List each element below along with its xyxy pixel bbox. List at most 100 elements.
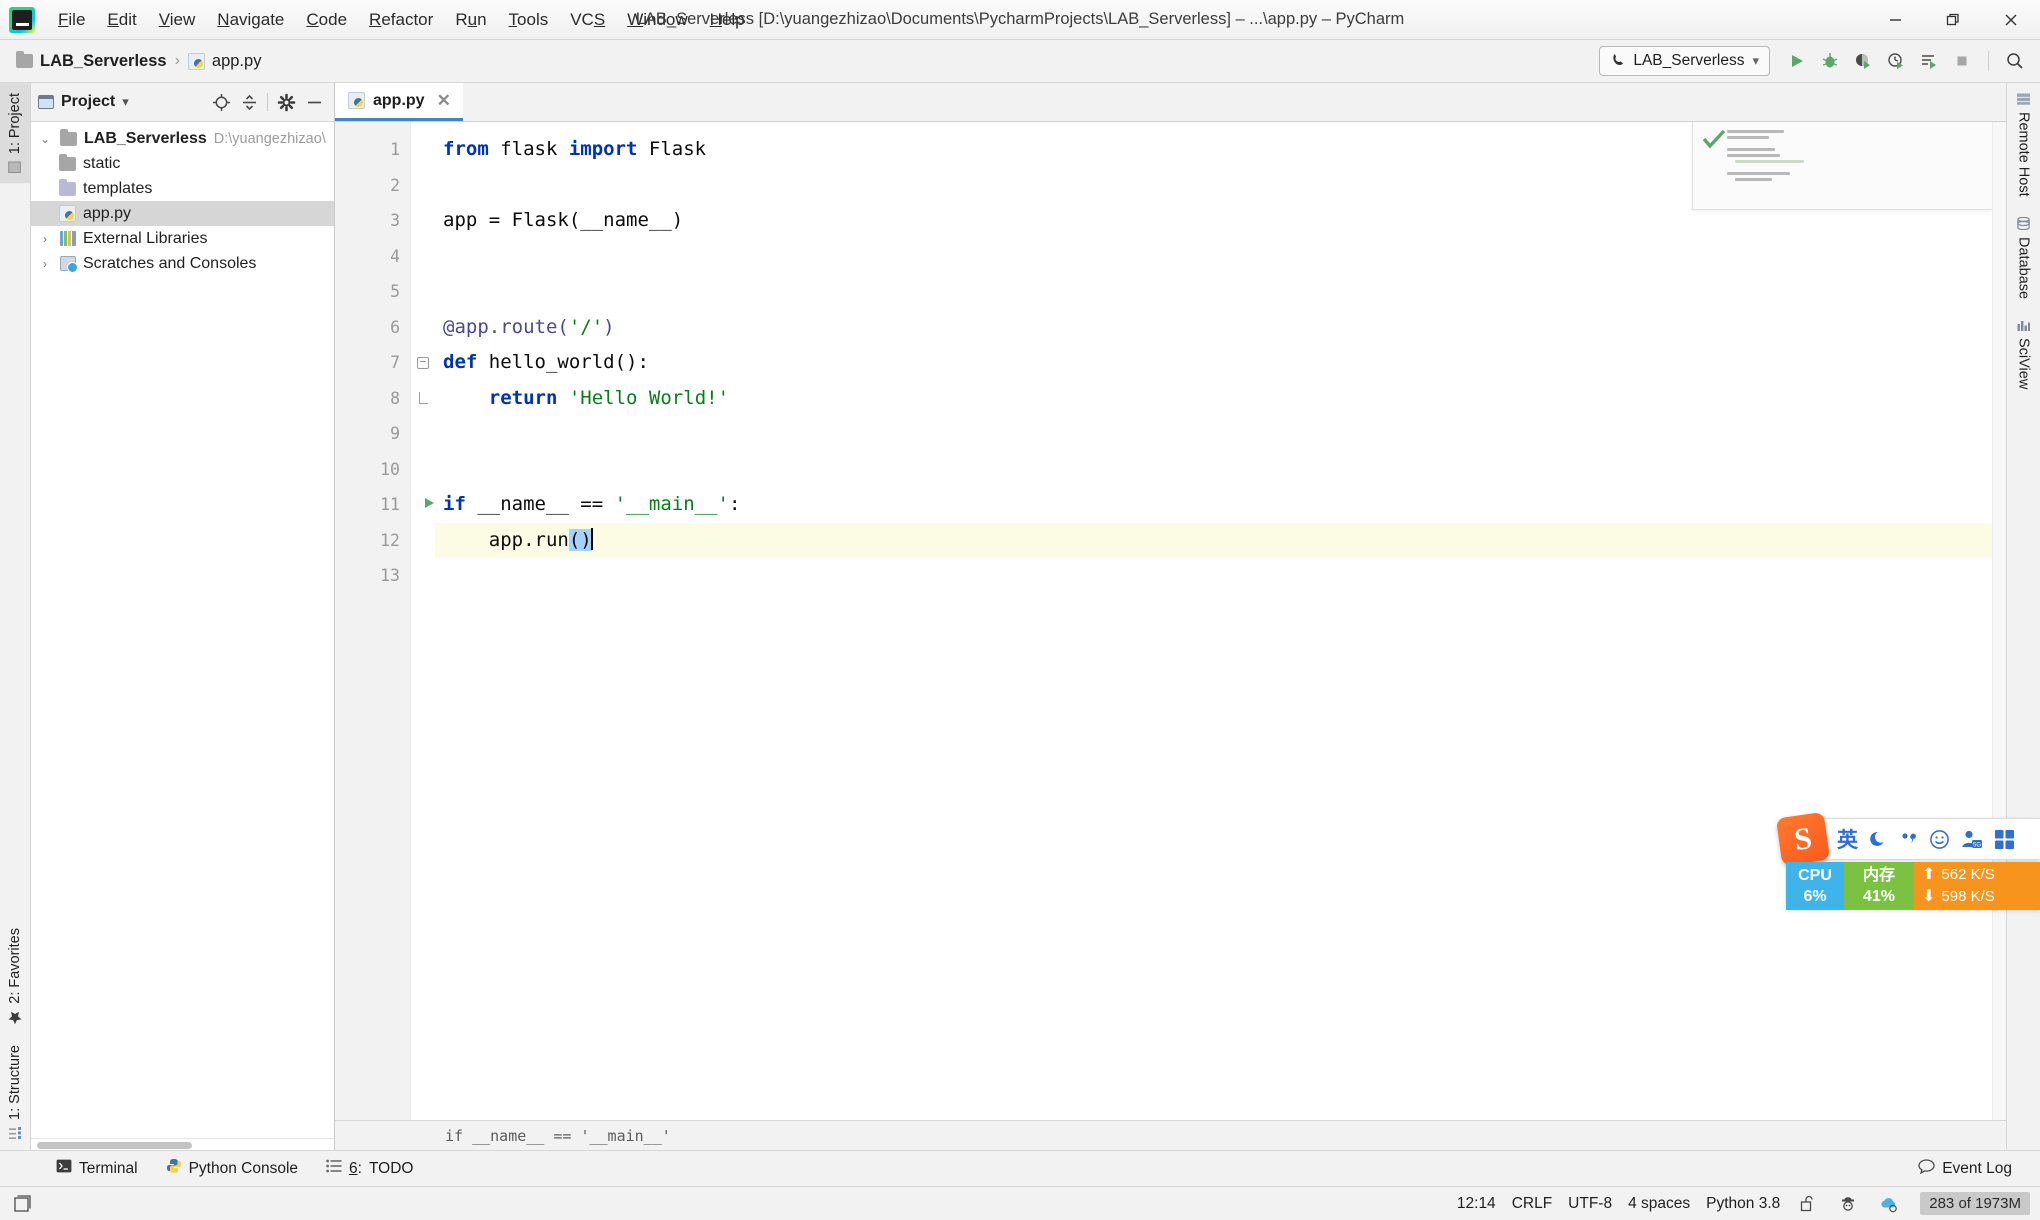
fold-collapse-icon[interactable]: − (411, 345, 435, 381)
fold-region-end-icon[interactable] (411, 381, 435, 417)
maximize-restore-button[interactable] (1924, 0, 1982, 40)
editor-tab-bar: app.py ✕ (335, 83, 2006, 122)
tree-item-external-libraries[interactable]: › External Libraries (31, 226, 334, 251)
search-everywhere-icon[interactable] (2000, 46, 2030, 76)
sciview-chart-icon (2016, 319, 2032, 331)
folder-icon (59, 153, 76, 171)
locate-icon[interactable] (208, 89, 234, 115)
sidebar-item-project[interactable]: 1: Project (0, 83, 30, 184)
collapse-all-icon[interactable] (236, 89, 262, 115)
status-bar-right: 12:14 CRLF UTF-8 4 spaces Python 3.8 283… (1457, 1192, 2030, 1216)
no-errors-check-icon[interactable] (1701, 128, 1727, 155)
cpu-usage[interactable]: CPU 6% (1786, 862, 1844, 910)
run-icon[interactable] (1782, 46, 1812, 76)
line-number: 8 (390, 388, 400, 408)
editor-area: app.py ✕ 1 2 3 4 5 6 7 8 9 10 11 12 13 −… (335, 83, 2006, 1150)
fold-slot (411, 239, 435, 275)
chevron-down-icon[interactable]: ▾ (122, 94, 129, 110)
chevron-down-icon[interactable]: ⌄ (37, 132, 53, 146)
smiley-icon[interactable] (1929, 829, 1950, 850)
bottom-item-terminal[interactable]: Terminal (42, 1155, 152, 1182)
gutter-run-icon[interactable] (422, 496, 436, 514)
scratches-icon (60, 256, 78, 273)
python-interpreter[interactable]: Python 3.8 (1706, 1195, 1780, 1213)
todo-list-icon (326, 1159, 342, 1178)
tree-item-templates[interactable]: templates (31, 176, 334, 201)
tab-app-py[interactable]: app.py ✕ (335, 83, 463, 121)
file-encoding[interactable]: UTF-8 (1568, 1195, 1612, 1213)
line-separator[interactable]: CRLF (1512, 1195, 1552, 1213)
sidebar-item-remote-host[interactable]: Remote Host (2007, 83, 2040, 207)
menu-file[interactable]: File (47, 6, 96, 34)
debug-icon[interactable] (1815, 46, 1845, 76)
tree-item-scratches-and-consoles[interactable]: › Scratches and Consoles (31, 251, 334, 276)
ime-mode-label[interactable]: 英 (1837, 824, 1858, 854)
menu-navigate[interactable]: Navigate (206, 6, 295, 34)
menu-tools[interactable]: Tools (498, 6, 560, 34)
scrollbar-thumb[interactable] (37, 1142, 192, 1149)
menu-code[interactable]: Code (295, 6, 358, 34)
user-5g-icon[interactable]: 5G (1961, 829, 1983, 849)
tree-item-app-py[interactable]: app.py (31, 201, 334, 226)
lock-open-icon[interactable] (1796, 1192, 1820, 1216)
tree-item-static[interactable]: static (31, 151, 334, 176)
menu-refactor[interactable]: Refactor (358, 6, 444, 34)
code-editor[interactable]: 1 2 3 4 5 6 7 8 9 10 11 12 13 − from fla… (335, 122, 2006, 1120)
sidebar-item-database[interactable]: Database (2007, 207, 2040, 309)
python-file-icon (59, 205, 76, 222)
fold-slot (411, 416, 435, 452)
sidebar-item-sciview[interactable]: SciView (2007, 309, 2040, 399)
folder-icon (60, 128, 77, 146)
menu-run[interactable]: Run (444, 6, 497, 34)
menu-view[interactable]: View (148, 6, 207, 34)
run-configuration-selector[interactable]: LAB_Serverless ▾ (1599, 46, 1770, 76)
pycharm-logo-icon (9, 6, 35, 33)
sogou-ime-toolbar[interactable]: S 英 5G (1775, 811, 2040, 867)
editor-breadcrumb[interactable]: if __name__ == '__main__' (335, 1120, 2006, 1150)
minimize-button[interactable] (1866, 0, 1924, 40)
error-stripe-scrollbar[interactable] (1992, 122, 2006, 1120)
sogou-logo-icon[interactable]: S (1775, 811, 1831, 867)
indent-setting[interactable]: 4 spaces (1628, 1195, 1690, 1213)
menu-vcs[interactable]: VCS (559, 6, 616, 34)
hide-panel-icon[interactable] (301, 89, 327, 115)
close-tab-icon[interactable]: ✕ (437, 91, 451, 111)
moon-icon[interactable] (1869, 829, 1889, 849)
menu-edit[interactable]: Edit (96, 6, 147, 34)
run-configuration-label: LAB_Serverless (1633, 52, 1745, 69)
run-with-console-icon[interactable] (1914, 46, 1944, 76)
sync-cloud-icon[interactable] (1876, 1192, 1900, 1216)
breadcrumb-item-file[interactable]: app.py (187, 52, 261, 71)
line-number: 11 (380, 495, 400, 515)
menu-window[interactable]: Window (616, 6, 698, 34)
breadcrumb-item-project[interactable]: LAB_Serverless (16, 51, 167, 71)
status-bar: 12:14 CRLF UTF-8 4 spaces Python 3.8 283… (0, 1186, 2040, 1220)
bottom-item-python-console[interactable]: Python Console (152, 1154, 312, 1183)
apps-grid-icon[interactable] (1994, 829, 2015, 850)
bottom-item-todo[interactable]: 6: TODO (312, 1155, 427, 1182)
project-horizontal-scrollbar[interactable] (31, 1138, 334, 1150)
network-speed[interactable]: ⬆ ⬇ 562 K/S 598 K/S (1914, 862, 2040, 910)
close-button[interactable] (1982, 0, 2040, 40)
memory-usage[interactable]: 内存 41% (1844, 862, 1914, 910)
code-text[interactable]: from flask import Flask app = Flask(__na… (435, 122, 1992, 1120)
stop-icon[interactable] (1947, 46, 1977, 76)
sidebar-item-favorites[interactable]: 2: Favorites (0, 918, 30, 1035)
toggle-toolwindows-icon[interactable] (10, 1192, 34, 1216)
profile-icon[interactable] (1881, 46, 1911, 76)
code-minimap[interactable] (1727, 130, 1819, 184)
inspector-hat-icon[interactable] (1836, 1192, 1860, 1216)
inspection-lens[interactable] (1692, 122, 1992, 210)
caret-position[interactable]: 12:14 (1457, 1195, 1496, 1213)
chevron-right-icon[interactable]: › (37, 257, 53, 271)
comma-icon[interactable] (1900, 829, 1918, 849)
run-with-coverage-icon[interactable] (1848, 46, 1878, 76)
sidebar-item-structure[interactable]: 1: Structure (0, 1035, 30, 1150)
chevron-right-icon[interactable]: › (37, 232, 53, 246)
system-monitor-widget[interactable]: CPU 6% 内存 41% ⬆ ⬇ 562 K/S 598 K/S (1786, 862, 2040, 910)
bottom-item-event-log[interactable]: Event Log (1904, 1155, 2026, 1183)
tree-item-lab-serverless[interactable]: ⌄ LAB_Serverless D:\yuangezhizao\ (31, 126, 334, 151)
settings-gear-icon[interactable] (273, 89, 299, 115)
menu-help[interactable]: Help (699, 6, 756, 34)
memory-indicator[interactable]: 283 of 1973M (1920, 1192, 2030, 1215)
